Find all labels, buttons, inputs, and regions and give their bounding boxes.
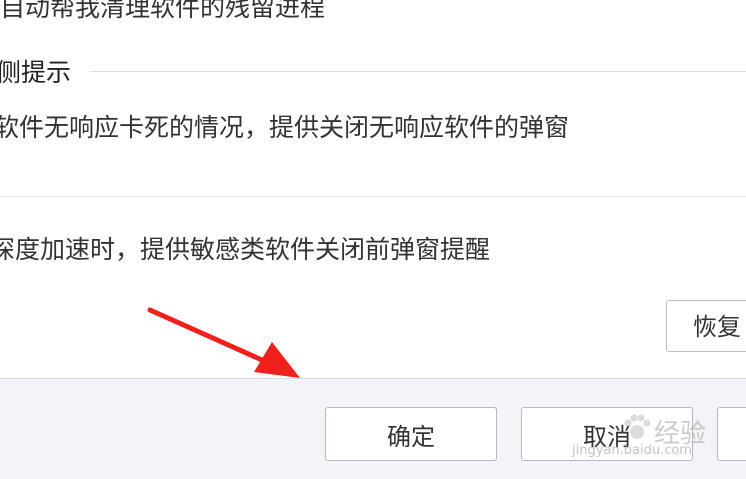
restore-button[interactable]: 恢复 (666, 300, 746, 352)
settings-panel: 自动帮我清理软件的残留进程 侧提示 软件无响应卡死的情况，提供关闭无响应软件的弹… (0, 0, 746, 378)
section-title: 侧提示 (0, 58, 72, 87)
option-description-unresponsive: 软件无响应卡死的情况，提供关闭无响应软件的弹窗 (0, 113, 570, 142)
cancel-button[interactable]: 取消 (521, 407, 693, 461)
extra-button[interactable] (717, 407, 746, 461)
cutoff-option-text: 自动帮我清理软件的残留进程 (0, 0, 326, 22)
section-divider (90, 71, 746, 72)
option-description-sensitive: 深度加速时，提供敏感类软件关闭前弹窗提醒 (0, 235, 491, 264)
dialog-footer: 确定 取消 (0, 378, 746, 479)
option-divider (0, 196, 746, 197)
ok-button[interactable]: 确定 (325, 407, 497, 461)
